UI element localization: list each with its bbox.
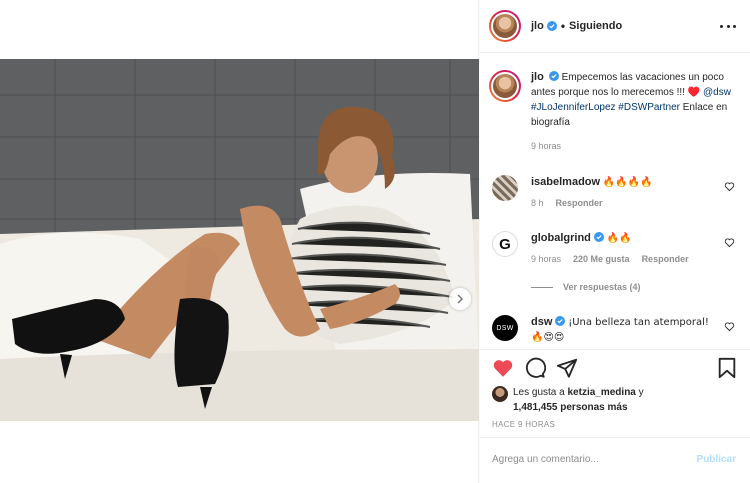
add-comment-bar: Agrega un comentario... Publicar (480, 437, 750, 483)
liker-username[interactable]: ketzia_medina (568, 387, 636, 398)
caption-username[interactable]: jlo (531, 71, 544, 83)
verified-badge-icon (593, 232, 604, 242)
comment-username[interactable]: isabelmadow (531, 176, 600, 188)
hashtag-link[interactable]: #DSWPartner (618, 102, 680, 113)
dsw-logo-icon: DSW (496, 324, 514, 332)
comment-icon[interactable] (524, 357, 546, 379)
reply-button[interactable]: Responder (642, 254, 689, 264)
post-actions: Les gusta a ketzia_medina y 1,481,455 pe… (480, 349, 750, 435)
caption: jlo Empecemos las vacaciones un poco ant… (489, 70, 741, 151)
view-replies-label: Ver respuestas (4) (563, 282, 641, 292)
next-photo-button[interactable] (449, 288, 471, 310)
like-comment-heart-icon[interactable] (724, 321, 735, 332)
media-pane (0, 0, 479, 483)
author-avatar[interactable] (489, 10, 521, 42)
commenter-avatar[interactable]: G (492, 231, 518, 257)
caption-avatar[interactable] (489, 70, 521, 102)
comment: isabelmadow 🔥🔥🔥🔥 8 h Responder (489, 175, 741, 208)
comment: DSW dsw ¡Una belleza tan atemporal! 🔥😍😍 (489, 315, 741, 344)
photo-illustration (0, 59, 479, 421)
comment-body: dsw ¡Una belleza tan atemporal! 🔥😍😍 (531, 315, 741, 344)
ellipsis-dot (726, 24, 730, 28)
likes-count[interactable]: 1,481,455 personas más (513, 402, 628, 413)
comment-username[interactable]: globalgrind (531, 232, 591, 244)
likes-prefix: Les gusta a (513, 387, 565, 398)
comment: G globalgrind 🔥🔥 9 horas 220 Me gusta Re… (489, 231, 741, 264)
post-header: jlo • Siguiendo (480, 0, 750, 53)
verified-badge-icon (546, 21, 557, 31)
comments-section: jlo Empecemos las vacaciones un poco ant… (480, 54, 750, 344)
caption-time: 9 horas (531, 141, 562, 151)
likes-text: Les gusta a ketzia_medina y 1,481,455 pe… (513, 385, 644, 415)
comment-time: 8 h (531, 198, 544, 208)
caption-body: Empecemos las vacaciones un poco antes p… (531, 72, 724, 98)
globalgrind-logo-icon: G (499, 235, 511, 253)
more-options-button[interactable] (720, 18, 736, 34)
view-replies-button[interactable]: Ver respuestas (4) (531, 282, 641, 292)
like-comment-heart-icon[interactable] (724, 237, 735, 248)
liker-avatar[interactable] (492, 386, 508, 402)
publish-button[interactable]: Publicar (697, 454, 736, 465)
post-sidebar: jlo • Siguiendo jlo Empecemos las vacaci… (480, 0, 750, 483)
caption-text: jlo Empecemos las vacaciones un poco ant… (531, 70, 741, 130)
following-button[interactable]: Siguiendo (569, 20, 622, 32)
mention-link[interactable]: @dsw (703, 87, 731, 98)
post-photo[interactable] (0, 59, 479, 421)
action-icons (492, 357, 742, 381)
likes-summary: Les gusta a ketzia_medina y 1,481,455 pe… (492, 385, 644, 415)
comment-input[interactable]: Agrega un comentario... (492, 454, 599, 465)
comment-body: globalgrind 🔥🔥 (531, 231, 741, 246)
comment-text: 🔥🔥🔥🔥 (602, 177, 653, 188)
chevron-right-icon (457, 294, 464, 304)
post-timestamp[interactable]: HACE 9 HORAS (492, 420, 555, 429)
hashtag-link[interactable]: #JLoJenniferLopez (531, 102, 616, 113)
comment-username[interactable]: dsw (531, 316, 552, 328)
comment-meta: 9 horas 220 Me gusta Responder (531, 254, 741, 264)
author-username[interactable]: jlo (531, 20, 544, 32)
reply-button[interactable]: Responder (556, 198, 603, 208)
likes-connector: y (638, 387, 644, 398)
comment-text: 🔥🔥 (606, 233, 632, 244)
instagram-post-view: jlo • Siguiendo jlo Empecemos las vacaci… (0, 0, 750, 483)
ellipsis-dot (733, 24, 736, 28)
comment-body: isabelmadow 🔥🔥🔥🔥 (531, 175, 741, 190)
ellipsis-icon (720, 24, 723, 28)
liked-heart-icon[interactable] (492, 357, 514, 379)
save-bookmark-icon[interactable] (716, 357, 738, 379)
comment-time: 9 horas (531, 254, 562, 264)
commenter-avatar[interactable]: DSW (492, 315, 518, 341)
comment-meta: 8 h Responder (531, 198, 741, 208)
verified-badge-icon (548, 71, 559, 81)
commenter-avatar[interactable] (492, 175, 518, 201)
share-icon[interactable] (556, 357, 578, 379)
like-comment-heart-icon[interactable] (724, 181, 735, 192)
verified-badge-icon (555, 316, 566, 326)
replies-line (531, 286, 553, 288)
comment-likes[interactable]: 220 Me gusta (573, 254, 630, 264)
header-separator: • (560, 19, 566, 33)
